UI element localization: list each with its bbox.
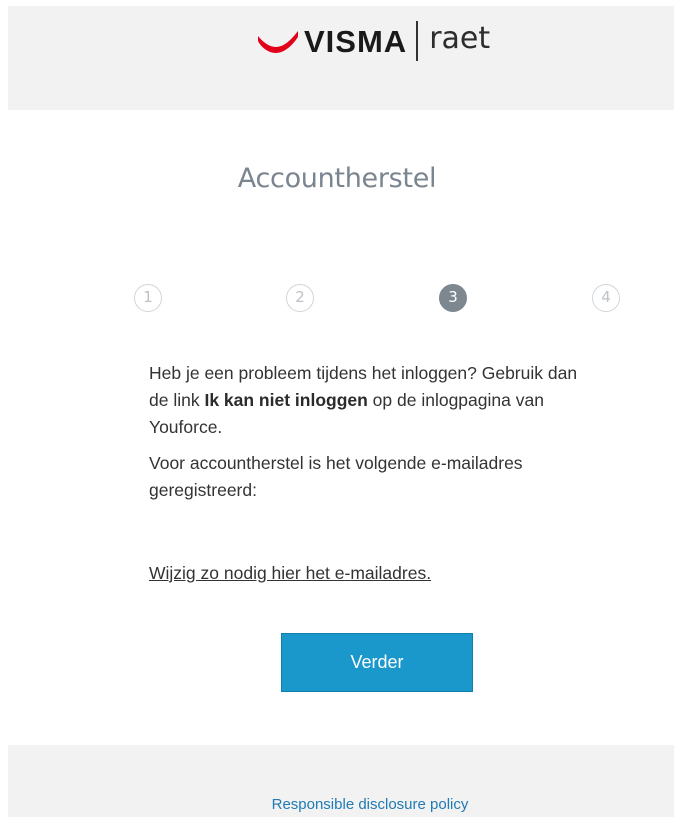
registered-email-value [149, 513, 579, 545]
logo-sub-text: raet [429, 21, 491, 56]
instructions: Heb je een probleem tijdens het inloggen… [149, 360, 579, 545]
step-1-indicator: 1 [134, 284, 162, 312]
header: VISMA raet [8, 6, 674, 110]
login-problem-text: Heb je een probleem tijdens het inloggen… [149, 360, 579, 441]
cannot-login-link-name: Ik kan niet inloggen [204, 390, 368, 410]
logo-divider [416, 21, 419, 61]
change-email-link[interactable]: Wijzig zo nodig hier het e-mailadres. [149, 563, 431, 584]
step-4-indicator: 4 [592, 284, 620, 312]
visma-swoosh-icon [258, 31, 298, 53]
next-button[interactable]: Verder [281, 633, 473, 692]
page-title: Accountherstel [237, 163, 437, 194]
logo-brand-text: VISMA [304, 23, 408, 59]
footer: Responsible disclosure policy [8, 745, 674, 817]
step-2-indicator: 2 [286, 284, 314, 312]
responsible-disclosure-link[interactable]: Responsible disclosure policy [8, 796, 674, 813]
visma-raet-logo: VISMA raet [257, 18, 490, 64]
step-3-indicator: 3 [439, 284, 467, 312]
registered-email-text: Voor accountherstel is het volgende e-ma… [149, 453, 523, 500]
account-recovery-page: VISMA raet Accountherstel 1 2 3 4 Heb je… [0, 0, 674, 817]
